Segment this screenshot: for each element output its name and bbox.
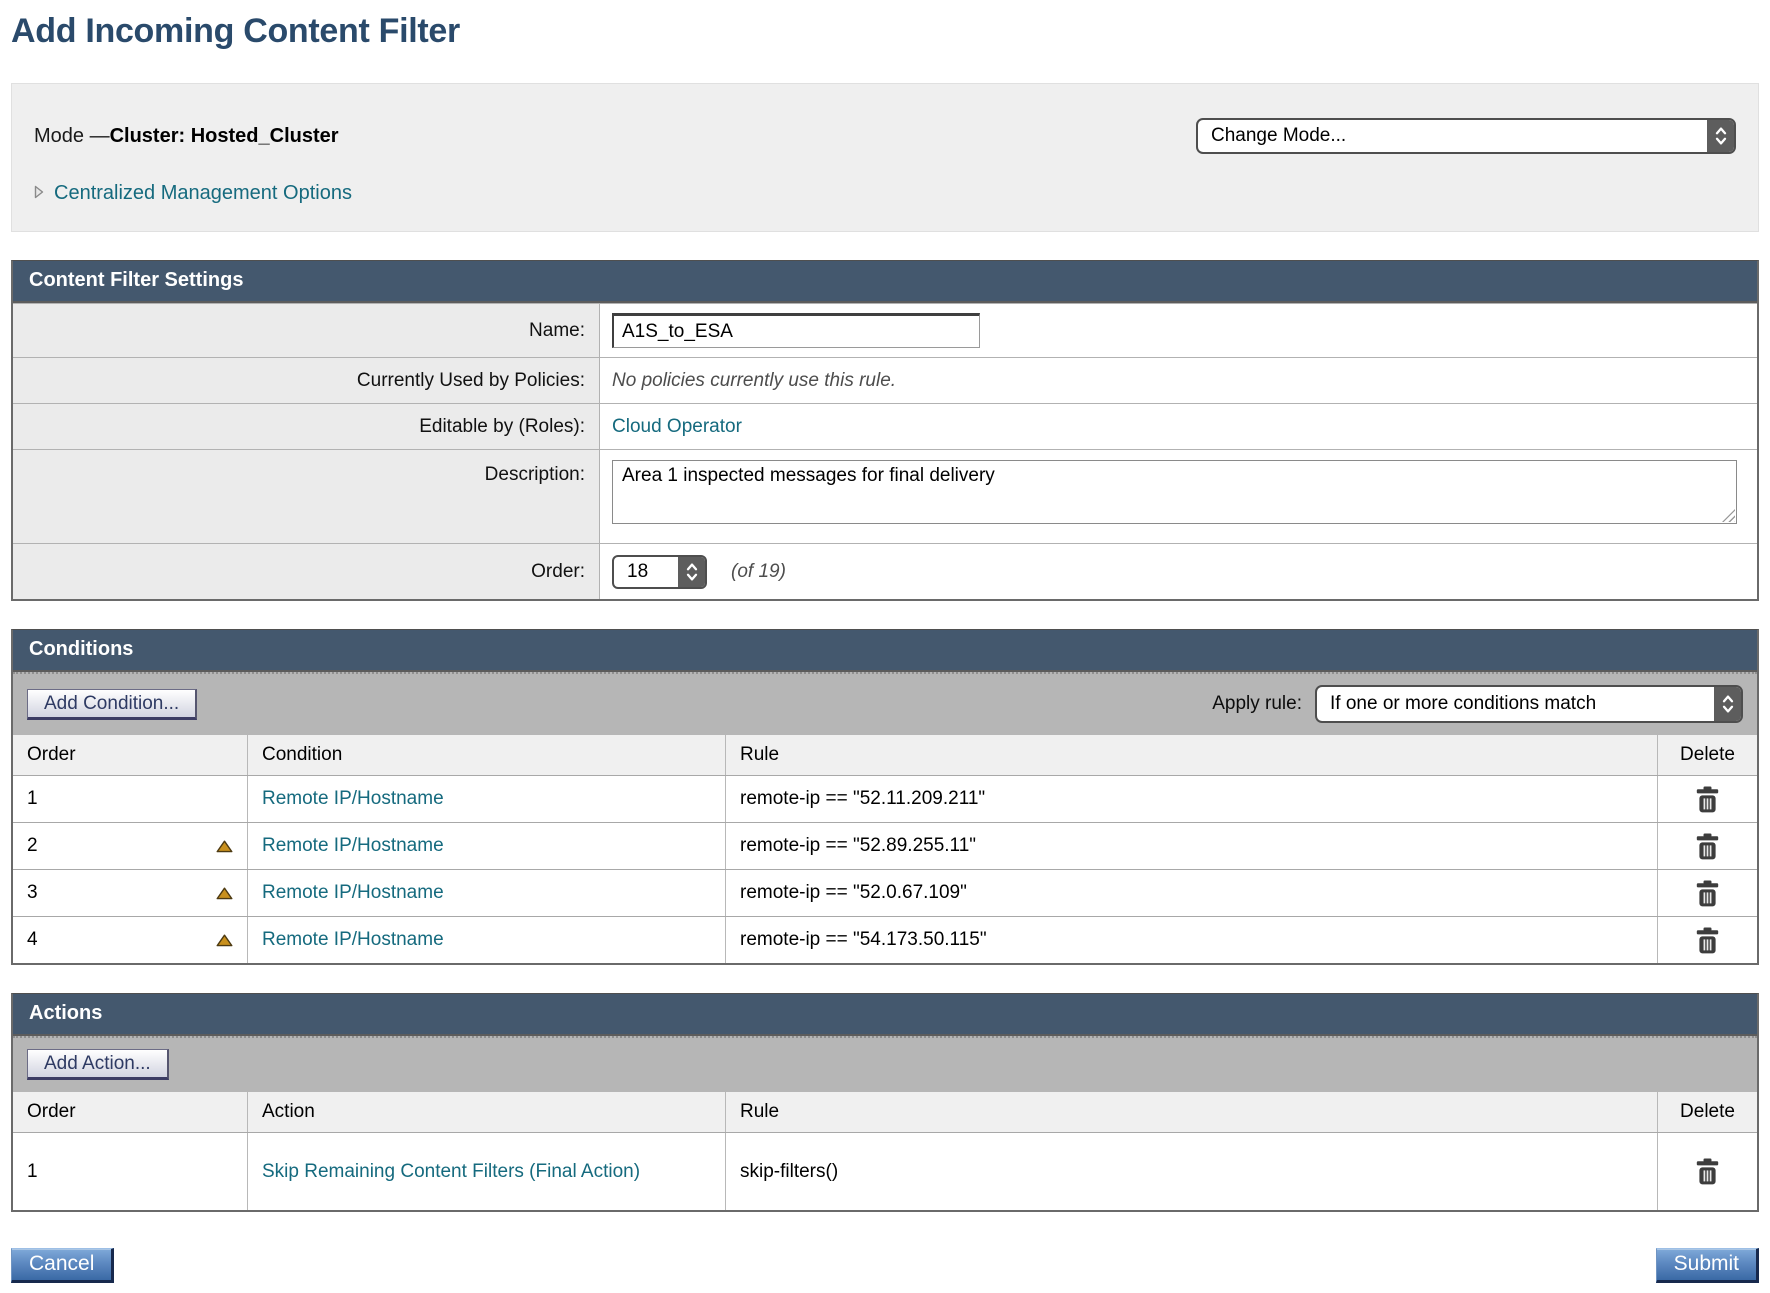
delete-condition-button[interactable]: [1693, 925, 1722, 956]
conditions-toolbar: Add Condition... Apply rule: If one or m…: [13, 672, 1757, 735]
name-input[interactable]: [612, 313, 980, 348]
cloud-operator-link[interactable]: Cloud Operator: [612, 416, 742, 438]
condition-rule: remote-ip == "52.0.67.109": [740, 882, 967, 904]
condition-link[interactable]: Remote IP/Hostname: [262, 927, 444, 953]
condition-row: 1 Remote IP/Hostname remote-ip == "52.11…: [13, 775, 1757, 822]
cancel-button[interactable]: Cancel: [11, 1248, 114, 1283]
actions-header: Actions: [13, 994, 1757, 1036]
description-textarea[interactable]: Area 1 inspected messages for final deli…: [612, 460, 1737, 524]
change-mode-value: Change Mode...: [1198, 120, 1707, 152]
mode-value: Cluster: Hosted_Cluster: [110, 125, 339, 147]
action-order: 1: [27, 1161, 38, 1183]
order-select[interactable]: 18: [612, 555, 707, 589]
action-link[interactable]: Skip Remaining Content Filters (Final Ac…: [262, 1159, 640, 1185]
add-condition-button[interactable]: Add Condition...: [27, 689, 197, 720]
condition-link[interactable]: Remote IP/Hostname: [262, 880, 444, 906]
mode-label: Mode —: [34, 125, 110, 147]
condition-link[interactable]: Remote IP/Hostname: [262, 786, 444, 812]
name-label: Name:: [13, 304, 600, 357]
content-filter-settings-header: Content Filter Settings: [13, 261, 1757, 303]
order-total: (of 19): [731, 561, 786, 583]
submit-button[interactable]: Submit: [1656, 1248, 1759, 1283]
condition-row: 3 Remote IP/Hostname remote-ip == "52.0.…: [13, 869, 1757, 916]
move-up-arrow[interactable]: [216, 840, 233, 853]
select-spinner-icon: [678, 557, 705, 587]
apply-rule-label: Apply rule:: [1212, 693, 1302, 715]
delete-action-button[interactable]: [1693, 1156, 1722, 1187]
actions-section: Actions Add Action... Order Action Rule …: [11, 993, 1759, 1212]
order-label: Order:: [13, 544, 600, 599]
col-order: Order: [13, 735, 247, 775]
order-select-value: 18: [614, 557, 678, 587]
change-mode-select[interactable]: Change Mode...: [1196, 118, 1736, 154]
col-condition: Condition: [247, 735, 725, 775]
col-delete: Delete: [1657, 1092, 1757, 1132]
conditions-section: Conditions Add Condition... Apply rule: …: [11, 629, 1759, 965]
disclosure-triangle-icon: [34, 183, 44, 205]
condition-rule: remote-ip == "54.173.50.115": [740, 929, 987, 951]
delete-condition-button[interactable]: [1693, 878, 1722, 909]
delete-condition-button[interactable]: [1693, 831, 1722, 862]
condition-rule: remote-ip == "52.11.209.211": [740, 788, 985, 810]
delete-condition-button[interactable]: [1693, 784, 1722, 815]
policies-value: No policies currently use this rule.: [612, 370, 896, 392]
add-action-button[interactable]: Add Action...: [27, 1049, 169, 1080]
page-title: Add Incoming Content Filter: [11, 12, 1759, 51]
select-spinner-icon: [1707, 120, 1734, 152]
condition-row: 2 Remote IP/Hostname remote-ip == "52.89…: [13, 822, 1757, 869]
col-rule: Rule: [725, 735, 1657, 775]
apply-rule-select[interactable]: If one or more conditions match: [1315, 685, 1743, 723]
col-rule: Rule: [725, 1092, 1657, 1132]
move-up-arrow[interactable]: [216, 887, 233, 900]
mode-panel: Mode —Cluster: Hosted_Cluster Change Mod…: [11, 83, 1759, 232]
condition-rule: remote-ip == "52.89.255.11": [740, 835, 976, 857]
condition-link[interactable]: Remote IP/Hostname: [262, 833, 444, 859]
conditions-header: Conditions: [13, 630, 1757, 672]
content-filter-settings-section: Content Filter Settings Name: Currently …: [11, 260, 1759, 601]
apply-rule-value: If one or more conditions match: [1317, 687, 1714, 721]
footer-bar: Cancel Submit: [11, 1248, 1759, 1283]
action-row: 1 Skip Remaining Content Filters (Final …: [13, 1132, 1757, 1210]
condition-order: 4: [27, 929, 38, 951]
col-order: Order: [13, 1092, 247, 1132]
condition-order: 2: [27, 835, 38, 857]
col-action: Action: [247, 1092, 725, 1132]
page: Add Incoming Content Filter Mode —Cluste…: [11, 12, 1759, 1283]
condition-order: 1: [27, 788, 38, 810]
policies-label: Currently Used by Policies:: [13, 358, 600, 403]
mode-line: Mode —Cluster: Hosted_Cluster: [34, 125, 339, 148]
conditions-table-header: Order Condition Rule Delete: [13, 735, 1757, 775]
centralized-management-options-link[interactable]: Centralized Management Options: [54, 182, 352, 205]
select-spinner-icon: [1714, 687, 1741, 721]
actions-table-header: Order Action Rule Delete: [13, 1092, 1757, 1132]
action-rule: skip-filters(): [740, 1161, 838, 1183]
move-up-arrow[interactable]: [216, 934, 233, 947]
description-label: Description:: [13, 450, 600, 543]
condition-order: 3: [27, 882, 38, 904]
condition-row: 4 Remote IP/Hostname remote-ip == "54.17…: [13, 916, 1757, 963]
actions-toolbar: Add Action...: [13, 1036, 1757, 1092]
roles-label: Editable by (Roles):: [13, 404, 600, 449]
col-delete: Delete: [1657, 735, 1757, 775]
